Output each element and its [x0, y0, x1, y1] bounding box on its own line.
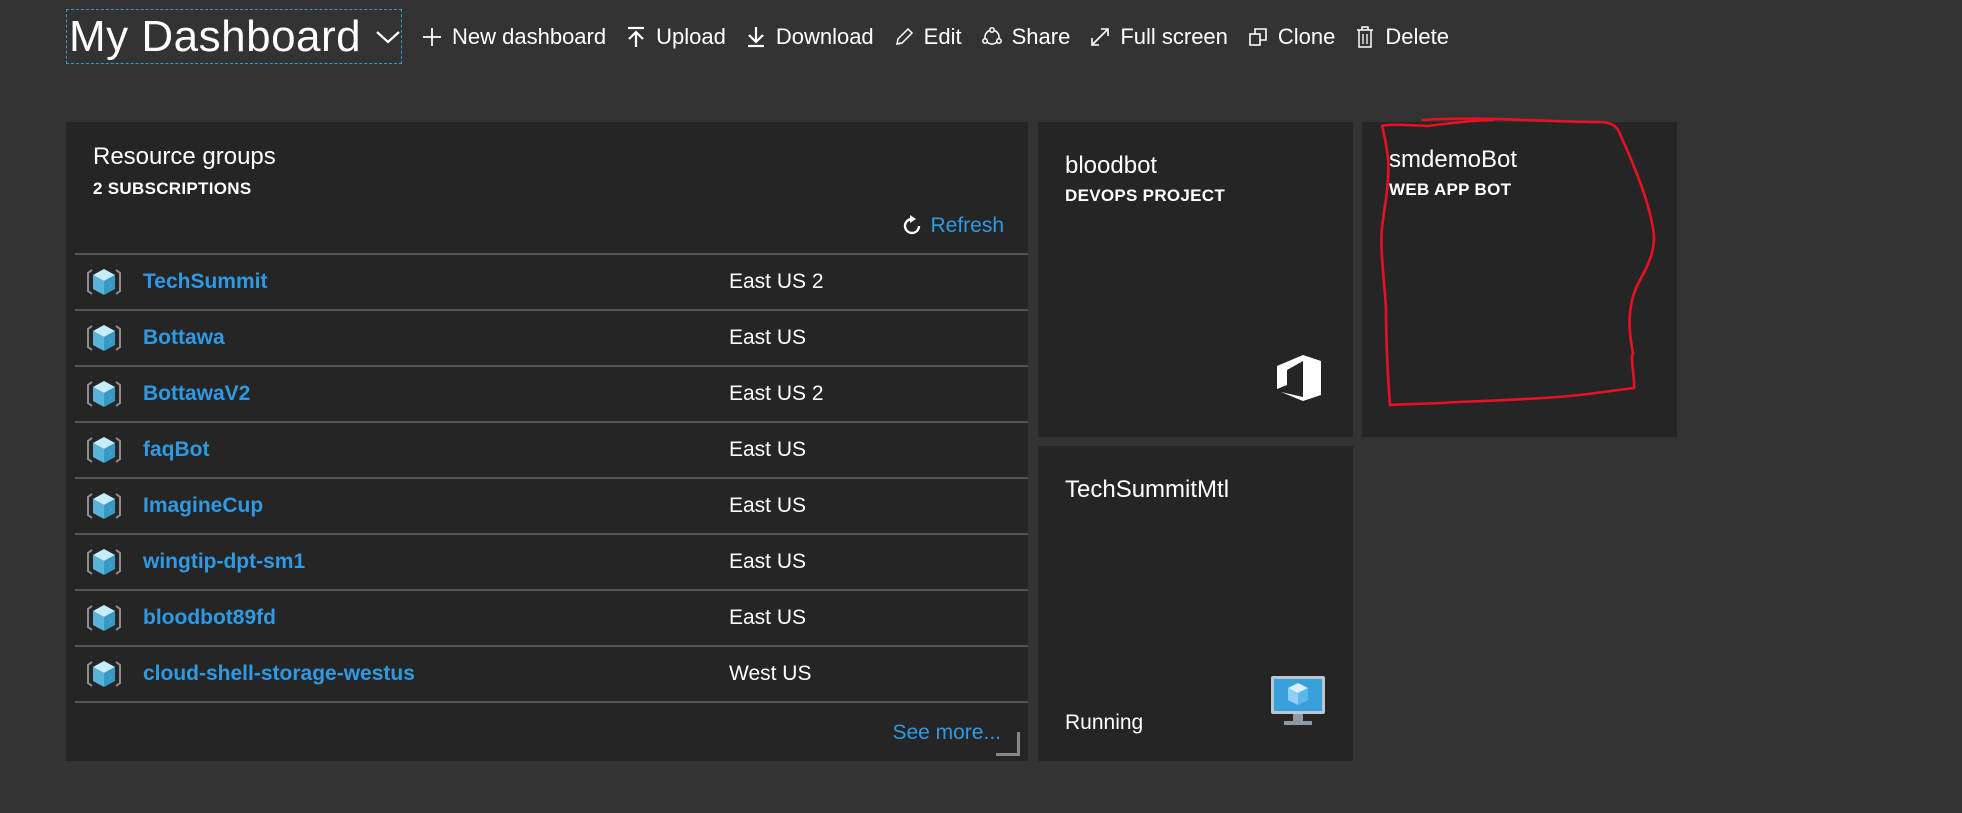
edit-label: Edit: [923, 23, 962, 49]
resource-group-name[interactable]: faqBot: [143, 438, 210, 462]
trash-icon: [1353, 25, 1377, 49]
resource-group-icon: [86, 320, 122, 356]
resource-groups-subtitle: 2 SUBSCRIPTIONS: [93, 179, 252, 198]
refresh-icon: [900, 214, 924, 238]
resource-group-location: East US 2: [729, 382, 824, 405]
upload-icon: [624, 25, 648, 49]
resource-group-row[interactable]: Bottawa East US: [75, 311, 1028, 367]
resource-group-location: East US: [729, 550, 807, 573]
techsummitmtl-title: TechSummitMtl: [1065, 476, 1230, 503]
resource-group-name[interactable]: cloud-shell-storage-westus: [143, 662, 415, 686]
resource-groups-title: Resource groups: [93, 143, 276, 170]
resource-group-name[interactable]: Bottawa: [143, 326, 225, 350]
refresh-button[interactable]: Refresh: [900, 214, 1004, 238]
resource-group-icon: [86, 488, 122, 524]
clone-button[interactable]: Clone: [1246, 17, 1335, 57]
chevron-down-icon: [375, 29, 401, 45]
vm-status: Running: [1065, 711, 1144, 734]
resource-group-name[interactable]: bloodbot89fd: [143, 606, 276, 630]
resource-group-name[interactable]: BottawaV2: [143, 382, 250, 406]
resource-group-row[interactable]: wingtip-dpt-sm1 East US: [75, 535, 1028, 591]
resource-group-icon: [86, 656, 122, 692]
refresh-label: Refresh: [930, 214, 1004, 237]
upload-label: Upload: [656, 23, 726, 49]
download-button[interactable]: Download: [744, 17, 874, 57]
dashboard-title: My Dashboard: [69, 11, 362, 61]
full-screen-label: Full screen: [1120, 23, 1228, 49]
share-icon: [980, 25, 1004, 49]
resize-handle[interactable]: [996, 732, 1020, 756]
resource-group-location: East US: [729, 606, 807, 629]
resource-groups-list: TechSummit East US 2 Bottawa East US Bottawa…: [75, 253, 1028, 703]
resource-group-location: East US: [729, 326, 807, 349]
resource-group-row[interactable]: ImagineCup East US: [75, 479, 1028, 535]
full-screen-button[interactable]: Full screen: [1088, 17, 1228, 57]
upload-button[interactable]: Upload: [624, 17, 726, 57]
dashboard-selector[interactable]: My Dashboard: [66, 9, 402, 64]
resource-group-name[interactable]: TechSummit: [143, 270, 267, 294]
resource-group-icon: [86, 544, 122, 580]
expand-icon: [1088, 25, 1112, 49]
download-label: Download: [775, 23, 874, 49]
download-icon: [744, 25, 768, 49]
resource-group-name[interactable]: wingtip-dpt-sm1: [143, 550, 305, 574]
new-dashboard-button[interactable]: New dashboard: [420, 17, 606, 57]
pencil-icon: [892, 25, 916, 49]
smdemobot-tile[interactable]: smdemoBot WEB APP BOT: [1362, 122, 1677, 437]
resource-group-row[interactable]: BottawaV2 East US 2: [75, 367, 1028, 423]
delete-button[interactable]: Delete: [1353, 17, 1449, 57]
edit-button[interactable]: Edit: [892, 17, 962, 57]
resource-group-location: East US: [729, 438, 807, 461]
resource-group-location: West US: [729, 662, 812, 685]
resource-group-icon: [86, 600, 122, 636]
resource-group-location: East US: [729, 494, 807, 517]
smdemobot-title: smdemoBot: [1389, 146, 1518, 173]
plus-icon: [420, 25, 444, 49]
share-button[interactable]: Share: [980, 17, 1071, 57]
smdemobot-subtitle: WEB APP BOT: [1389, 180, 1512, 199]
resource-group-row[interactable]: cloud-shell-storage-westus West US: [75, 647, 1028, 703]
resource-group-row[interactable]: TechSummit East US 2: [75, 255, 1028, 311]
techsummitmtl-tile[interactable]: TechSummitMtl Running: [1038, 446, 1353, 761]
resource-group-row[interactable]: bloodbot89fd East US: [75, 591, 1028, 647]
bloodbot-subtitle: DEVOPS PROJECT: [1065, 186, 1226, 205]
resource-group-icon: [86, 264, 122, 300]
resource-group-icon: [86, 376, 122, 412]
resource-group-row[interactable]: faqBot East US: [75, 423, 1028, 479]
resource-group-icon: [86, 432, 122, 468]
dashboard-toolbar: My Dashboard New dashboard Upload Downlo…: [66, 8, 1449, 65]
bloodbot-tile[interactable]: bloodbot DEVOPS PROJECT: [1038, 122, 1353, 437]
new-dashboard-label: New dashboard: [452, 23, 607, 49]
clone-icon: [1246, 25, 1270, 49]
share-label: Share: [1011, 23, 1071, 49]
resource-groups-tile[interactable]: Resource groups 2 SUBSCRIPTIONS Refresh …: [66, 122, 1028, 761]
devops-project-icon: [1273, 352, 1325, 404]
resource-group-name[interactable]: ImagineCup: [143, 494, 263, 518]
bloodbot-title: bloodbot: [1065, 152, 1158, 179]
virtual-machine-icon: [1269, 674, 1327, 728]
delete-label: Delete: [1385, 23, 1449, 49]
see-more-link[interactable]: See more...: [892, 721, 1001, 745]
resource-group-location: East US 2: [729, 270, 824, 293]
clone-label: Clone: [1277, 23, 1336, 49]
